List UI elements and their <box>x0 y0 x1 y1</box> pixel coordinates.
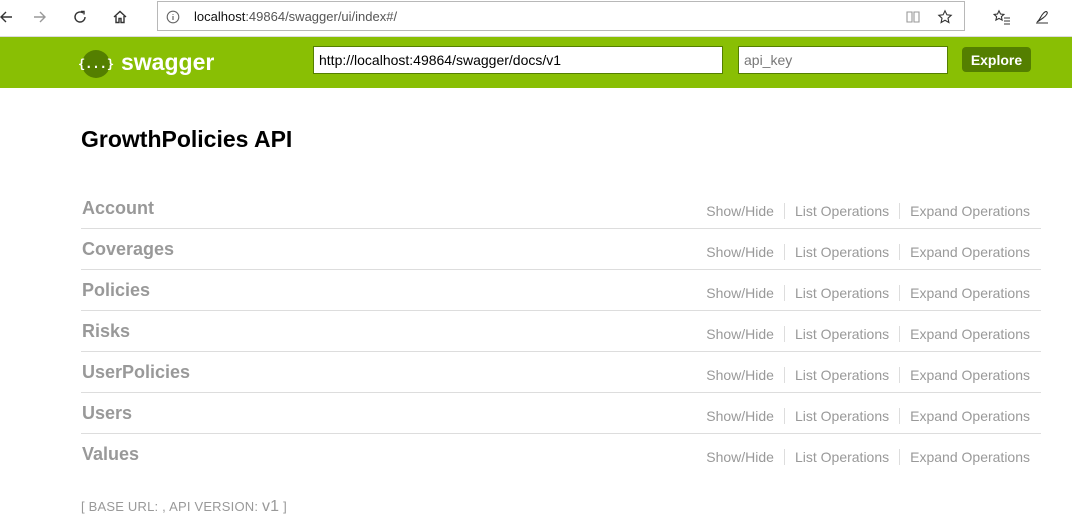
list-operations-link[interactable]: List Operations <box>785 285 901 301</box>
address-url[interactable]: localhost:49864/swagger/ui/index#/ <box>194 9 397 24</box>
favorite-star-icon[interactable] <box>936 8 954 26</box>
resource-operations: Show/Hide List Operations Expand Operati… <box>706 244 1030 260</box>
footer-bracket-close: ] <box>283 499 287 514</box>
expand-operations-link[interactable]: Expand Operations <box>900 326 1030 342</box>
show-hide-link[interactable]: Show/Hide <box>706 285 785 301</box>
resource-row: Coverages Show/Hide List Operations Expa… <box>81 229 1041 270</box>
resource-name-account[interactable]: Account <box>82 198 154 219</box>
home-icon[interactable] <box>104 0 136 34</box>
resource-row: Users Show/Hide List Operations Expand O… <box>81 393 1041 434</box>
resource-row: Account Show/Hide List Operations Expand… <box>81 188 1041 229</box>
swagger-header: {...} swagger Explore <box>0 37 1072 88</box>
address-bar[interactable]: localhost:49864/swagger/ui/index#/ <box>157 1 965 31</box>
resource-operations: Show/Hide List Operations Expand Operati… <box>706 408 1030 424</box>
show-hide-link[interactable]: Show/Hide <box>706 367 785 383</box>
resource-name-risks[interactable]: Risks <box>82 321 130 342</box>
resource-row: Risks Show/Hide List Operations Expand O… <box>81 311 1041 352</box>
resource-name-values[interactable]: Values <box>82 444 139 465</box>
list-operations-link[interactable]: List Operations <box>785 203 901 219</box>
footer-bracket-open: [ <box>81 499 85 514</box>
list-operations-link[interactable]: List Operations <box>785 449 901 465</box>
list-operations-link[interactable]: List Operations <box>785 326 901 342</box>
resource-operations: Show/Hide List Operations Expand Operati… <box>706 367 1030 383</box>
swagger-logo-text[interactable]: swagger <box>121 49 214 76</box>
forward-icon[interactable] <box>24 0 56 34</box>
favorites-hub-icon[interactable] <box>986 0 1018 34</box>
show-hide-link[interactable]: Show/Hide <box>706 244 785 260</box>
api-info-footer: [ BASE URL: , API VERSION: v1 ] <box>81 498 287 515</box>
expand-operations-link[interactable]: Expand Operations <box>900 244 1030 260</box>
resource-row: UserPolicies Show/Hide List Operations E… <box>81 352 1041 393</box>
resource-list: Account Show/Hide List Operations Expand… <box>81 188 1041 475</box>
list-operations-link[interactable]: List Operations <box>785 367 901 383</box>
api-version-label: API VERSION: <box>169 499 262 514</box>
resource-row: Values Show/Hide List Operations Expand … <box>81 434 1041 475</box>
expand-operations-link[interactable]: Expand Operations <box>900 449 1030 465</box>
explore-button[interactable]: Explore <box>962 47 1031 72</box>
resource-row: Policies Show/Hide List Operations Expan… <box>81 270 1041 311</box>
list-operations-link[interactable]: List Operations <box>785 244 901 260</box>
expand-operations-link[interactable]: Expand Operations <box>900 285 1030 301</box>
browser-toolbar: localhost:49864/swagger/ui/index#/ <box>0 0 1072 37</box>
resource-operations: Show/Hide List Operations Expand Operati… <box>706 285 1030 301</box>
resource-operations: Show/Hide List Operations Expand Operati… <box>706 203 1030 219</box>
show-hide-link[interactable]: Show/Hide <box>706 449 785 465</box>
expand-operations-link[interactable]: Expand Operations <box>900 408 1030 424</box>
resource-operations: Show/Hide List Operations Expand Operati… <box>706 326 1030 342</box>
swagger-logo-icon: {...} <box>78 50 114 78</box>
api-version-value: v1 <box>261 498 280 515</box>
resource-name-policies[interactable]: Policies <box>82 280 150 301</box>
spec-url-input[interactable] <box>313 46 723 74</box>
resource-name-userpolicies[interactable]: UserPolicies <box>82 362 190 383</box>
back-icon[interactable] <box>0 0 22 34</box>
show-hide-link[interactable]: Show/Hide <box>706 203 785 219</box>
show-hide-link[interactable]: Show/Hide <box>706 408 785 424</box>
reading-view-icon[interactable] <box>904 8 922 26</box>
expand-operations-link[interactable]: Expand Operations <box>900 367 1030 383</box>
resource-name-coverages[interactable]: Coverages <box>82 239 174 260</box>
show-hide-link[interactable]: Show/Hide <box>706 326 785 342</box>
base-url-label: BASE URL: <box>88 499 163 514</box>
list-operations-link[interactable]: List Operations <box>785 408 901 424</box>
api-key-input[interactable] <box>738 46 948 74</box>
info-icon[interactable] <box>164 8 182 26</box>
api-title: GrowthPolicies API <box>81 126 293 152</box>
resource-name-users[interactable]: Users <box>82 403 132 424</box>
resource-operations: Show/Hide List Operations Expand Operati… <box>706 449 1030 465</box>
expand-operations-link[interactable]: Expand Operations <box>900 203 1030 219</box>
web-note-pen-icon[interactable] <box>1026 0 1058 34</box>
refresh-icon[interactable] <box>64 0 96 34</box>
